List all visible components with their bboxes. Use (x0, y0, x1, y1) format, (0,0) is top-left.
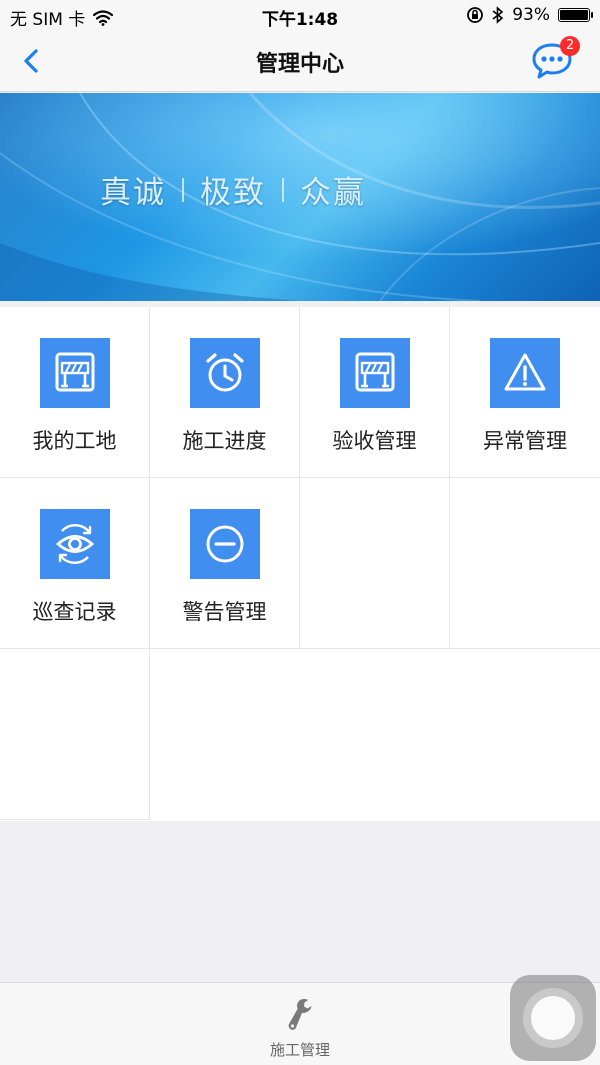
page-title: 管理中心 (255, 52, 344, 77)
status-right: 93% (466, 5, 593, 25)
slogan-divider (282, 177, 284, 202)
message-badge: 2 (560, 36, 580, 56)
battery-fill (560, 10, 588, 20)
menu-item-progress[interactable]: 施工进度 (150, 307, 300, 478)
slogan-word: 真诚 (100, 175, 166, 211)
slogan-word: 极致 (200, 175, 266, 211)
assistive-touch-dot (531, 996, 575, 1040)
tab-construction-management[interactable]: 施工管理 (250, 991, 350, 1061)
status-bar: 无 SIM 卡 下午1:48 93% (0, 0, 600, 30)
construction-site-icon (340, 338, 410, 408)
menu-item-label: 警告管理 (182, 600, 267, 624)
banner: 真诚 极致 众赢 (0, 93, 600, 301)
menu-item-label: 施工进度 (182, 429, 267, 453)
menu-item-my-site[interactable]: 我的工地 (0, 307, 150, 478)
menu-item-acceptance[interactable]: 验收管理 (300, 307, 450, 478)
tab-label: 施工管理 (269, 1041, 330, 1059)
slogan-word: 众赢 (300, 175, 366, 211)
minus-circle-icon (190, 509, 260, 579)
alarm-clock-icon (190, 338, 260, 408)
function-grid: 我的工地 施工进度 验收管理 异常管理 巡查记录 警告管理 (0, 307, 600, 821)
orientation-lock-icon (467, 7, 484, 23)
wrench-icon (288, 999, 312, 1030)
menu-item-warning[interactable]: 警告管理 (150, 478, 300, 649)
nav-bar: 管理中心 2 (0, 30, 600, 92)
battery-icon (558, 8, 593, 22)
eye-refresh-icon (40, 509, 110, 579)
menu-item-empty (0, 649, 150, 820)
banner-slogan: 真诚 极致 众赢 (100, 167, 366, 212)
menu-item-patrol[interactable]: 巡查记录 (0, 478, 150, 649)
menu-item-label: 巡查记录 (32, 600, 117, 624)
assistive-touch-button[interactable] (510, 975, 596, 1061)
warning-triangle-icon (490, 338, 560, 408)
menu-item-label: 我的工地 (32, 429, 117, 453)
menu-item-empty (300, 478, 450, 649)
slogan-divider (182, 177, 184, 202)
construction-site-icon (40, 338, 110, 408)
menu-item-label: 验收管理 (332, 429, 417, 453)
menu-item-exception[interactable]: 异常管理 (450, 307, 600, 478)
menu-item-label: 异常管理 (483, 429, 567, 453)
menu-item-empty (450, 478, 600, 649)
message-button[interactable]: 2 (530, 36, 580, 80)
bluetooth-icon (492, 6, 504, 24)
app-screen: 无 SIM 卡 下午1:48 93% 管理中心 2 真诚 极致 众赢 我的工地 … (0, 0, 600, 1065)
battery-percent: 93% (512, 5, 550, 25)
